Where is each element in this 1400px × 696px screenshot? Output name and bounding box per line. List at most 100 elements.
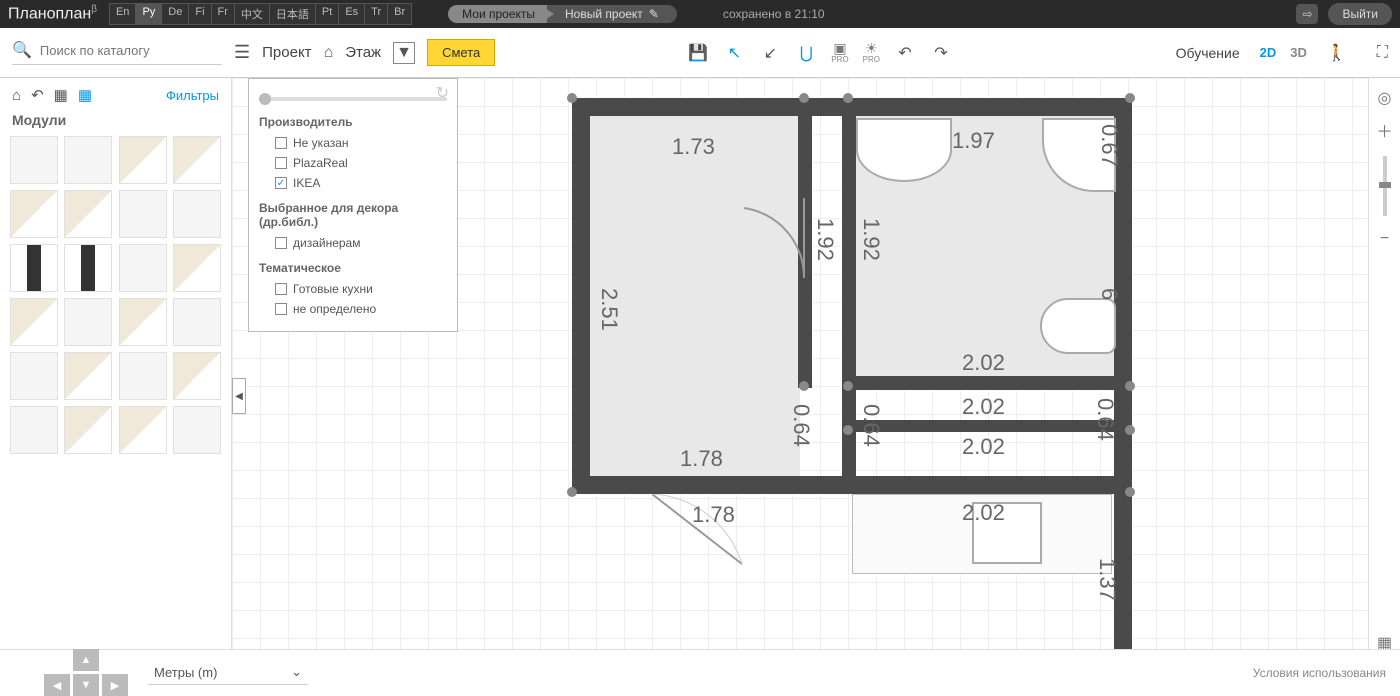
dimension-label: 2.02 [962, 350, 1005, 376]
save-icon[interactable]: 💾 [687, 43, 709, 63]
breadcrumb: Мои проекты Новый проект ✎ [448, 5, 677, 23]
magnet-icon[interactable]: ⋃ [795, 43, 817, 63]
dimension-label: 0.67 [1096, 124, 1122, 167]
units-select[interactable]: Метры (m) ⌄ [148, 660, 308, 685]
catalog-item[interactable] [173, 244, 221, 292]
project-menu[interactable]: Проект [262, 44, 311, 61]
breadcrumb-current[interactable]: Новый проект ✎ [547, 5, 677, 23]
filter-opt-undefined[interactable]: не определено [259, 299, 447, 319]
catalog-item[interactable] [119, 190, 167, 238]
filter-opt-ikea[interactable]: ✓IKEA [259, 173, 447, 193]
dimension-label: 0.64 [858, 404, 884, 447]
sidebar-grid-small-icon[interactable]: ▦ [78, 86, 92, 104]
filter-opt-unspecified[interactable]: Не указан [259, 133, 447, 153]
view-2d[interactable]: 2D [1260, 45, 1277, 60]
dimension-label: 2.02 [962, 394, 1005, 420]
filter-group-theme: Тематическое [259, 261, 447, 275]
search-icon: 🔍 [12, 40, 32, 60]
nav-down[interactable]: ▼ [73, 674, 99, 696]
nav-right[interactable]: ▶ [102, 674, 128, 696]
search-input[interactable] [40, 43, 210, 58]
lang-fi[interactable]: Fi [188, 3, 210, 25]
catalog-item[interactable] [173, 352, 221, 400]
catalog-item[interactable] [64, 190, 112, 238]
dimension-label: 1.37 [1094, 558, 1120, 601]
terms-link[interactable]: Условия использования [1253, 666, 1386, 680]
catalog-item[interactable] [119, 298, 167, 346]
logout-button[interactable]: Выйти [1328, 3, 1392, 25]
catalog-item[interactable] [119, 136, 167, 184]
catalog-item[interactable] [64, 298, 112, 346]
filter-opt-kitchens[interactable]: Готовые кухни [259, 279, 447, 299]
sidebar-home-icon[interactable]: ⌂ [12, 87, 21, 104]
catalog-item[interactable] [64, 244, 112, 292]
lang-br[interactable]: Br [387, 3, 412, 25]
lang-fr[interactable]: Fr [211, 3, 234, 25]
filter-slider[interactable] [259, 97, 447, 101]
filter-opt-designers[interactable]: дизайнерам [259, 233, 447, 253]
filters-link[interactable]: Фильтры [166, 88, 219, 103]
catalog-search[interactable]: 🔍 [12, 40, 222, 65]
catalog-item[interactable] [10, 298, 58, 346]
lang-pt[interactable]: Pt [315, 3, 338, 25]
walk-mode-icon[interactable]: 🚶 [1327, 43, 1347, 63]
estimate-button[interactable]: Смета [427, 39, 495, 66]
floor-home-icon: ⌂ [324, 44, 334, 62]
lang-en[interactable]: En [109, 3, 135, 25]
chevron-down-icon: ⌄ [291, 664, 302, 680]
zoom-out-icon[interactable]: − [1380, 230, 1389, 248]
training-link[interactable]: Обучение [1176, 45, 1240, 61]
lang-ru[interactable]: Ру [135, 3, 161, 25]
dimension-label: 1.97 [952, 128, 995, 154]
pencil-icon[interactable]: ✎ [649, 7, 659, 21]
catalog-item[interactable] [64, 352, 112, 400]
catalog-item[interactable] [10, 352, 58, 400]
catalog-item[interactable] [119, 352, 167, 400]
bottom-bar: ▲ ◀ ▼ ▶ Метры (m) ⌄ Условия использовани… [0, 649, 1400, 695]
fullscreen-icon[interactable]: ⛶ [1377, 44, 1388, 62]
filter-opt-plazareal[interactable]: PlazaReal [259, 153, 447, 173]
target-icon[interactable]: ◎ [1378, 88, 1392, 108]
catalog-item[interactable] [173, 406, 221, 454]
pro-camera-tool[interactable]: ▣PRO [831, 41, 848, 64]
floor-menu[interactable]: Этаж [345, 44, 381, 61]
catalog-item[interactable] [10, 406, 58, 454]
nav-left[interactable]: ◀ [44, 674, 70, 696]
catalog-item[interactable] [10, 136, 58, 184]
lang-tr[interactable]: Tr [364, 3, 387, 25]
filter-panel: ↻ Производитель Не указан PlazaReal ✓IKE… [248, 78, 458, 332]
share-button[interactable]: ⇨ [1296, 4, 1318, 24]
pointer-tool-icon[interactable]: ↖ [723, 43, 745, 63]
lang-es[interactable]: Es [338, 3, 364, 25]
line-tool-icon[interactable]: ↙ [759, 43, 781, 63]
sidebar-collapse-handle[interactable]: ◀ [232, 378, 246, 414]
zoom-in-icon[interactable]: ＋ [1376, 118, 1392, 142]
floorplan[interactable]: 1.73 1.97 0.67 1.92 1.92 2.51 6 2.02 0.6… [572, 98, 1162, 658]
catalog-item[interactable] [119, 406, 167, 454]
door-arc-icon [734, 198, 814, 318]
view-3d[interactable]: 3D [1290, 45, 1307, 60]
catalog-item[interactable] [64, 136, 112, 184]
breadcrumb-projects[interactable]: Мои проекты [448, 5, 547, 23]
floor-dropdown[interactable]: ▼ [393, 42, 415, 64]
lang-ja[interactable]: 日本語 [269, 3, 315, 25]
catalog-item[interactable] [173, 298, 221, 346]
pro-light-tool[interactable]: ☀PRO [863, 41, 880, 64]
undo-icon[interactable]: ↶ [894, 43, 916, 63]
sidebar-grid-large-icon[interactable]: ▦ [54, 86, 68, 104]
lang-zh[interactable]: 中文 [234, 3, 269, 25]
nav-up[interactable]: ▲ [73, 649, 99, 671]
dimension-label: 2.02 [962, 434, 1005, 460]
catalog-thumbnails [0, 136, 231, 464]
zoom-slider[interactable] [1383, 156, 1387, 216]
catalog-item[interactable] [173, 190, 221, 238]
catalog-item[interactable] [64, 406, 112, 454]
lang-de[interactable]: De [161, 3, 188, 25]
catalog-item[interactable] [10, 190, 58, 238]
sidebar-back-icon[interactable]: ↶ [31, 86, 44, 104]
catalog-item[interactable] [173, 136, 221, 184]
redo-icon[interactable]: ↷ [930, 43, 952, 63]
catalog-item[interactable] [119, 244, 167, 292]
hamburger-icon[interactable]: ☰ [234, 42, 250, 63]
catalog-item[interactable] [10, 244, 58, 292]
